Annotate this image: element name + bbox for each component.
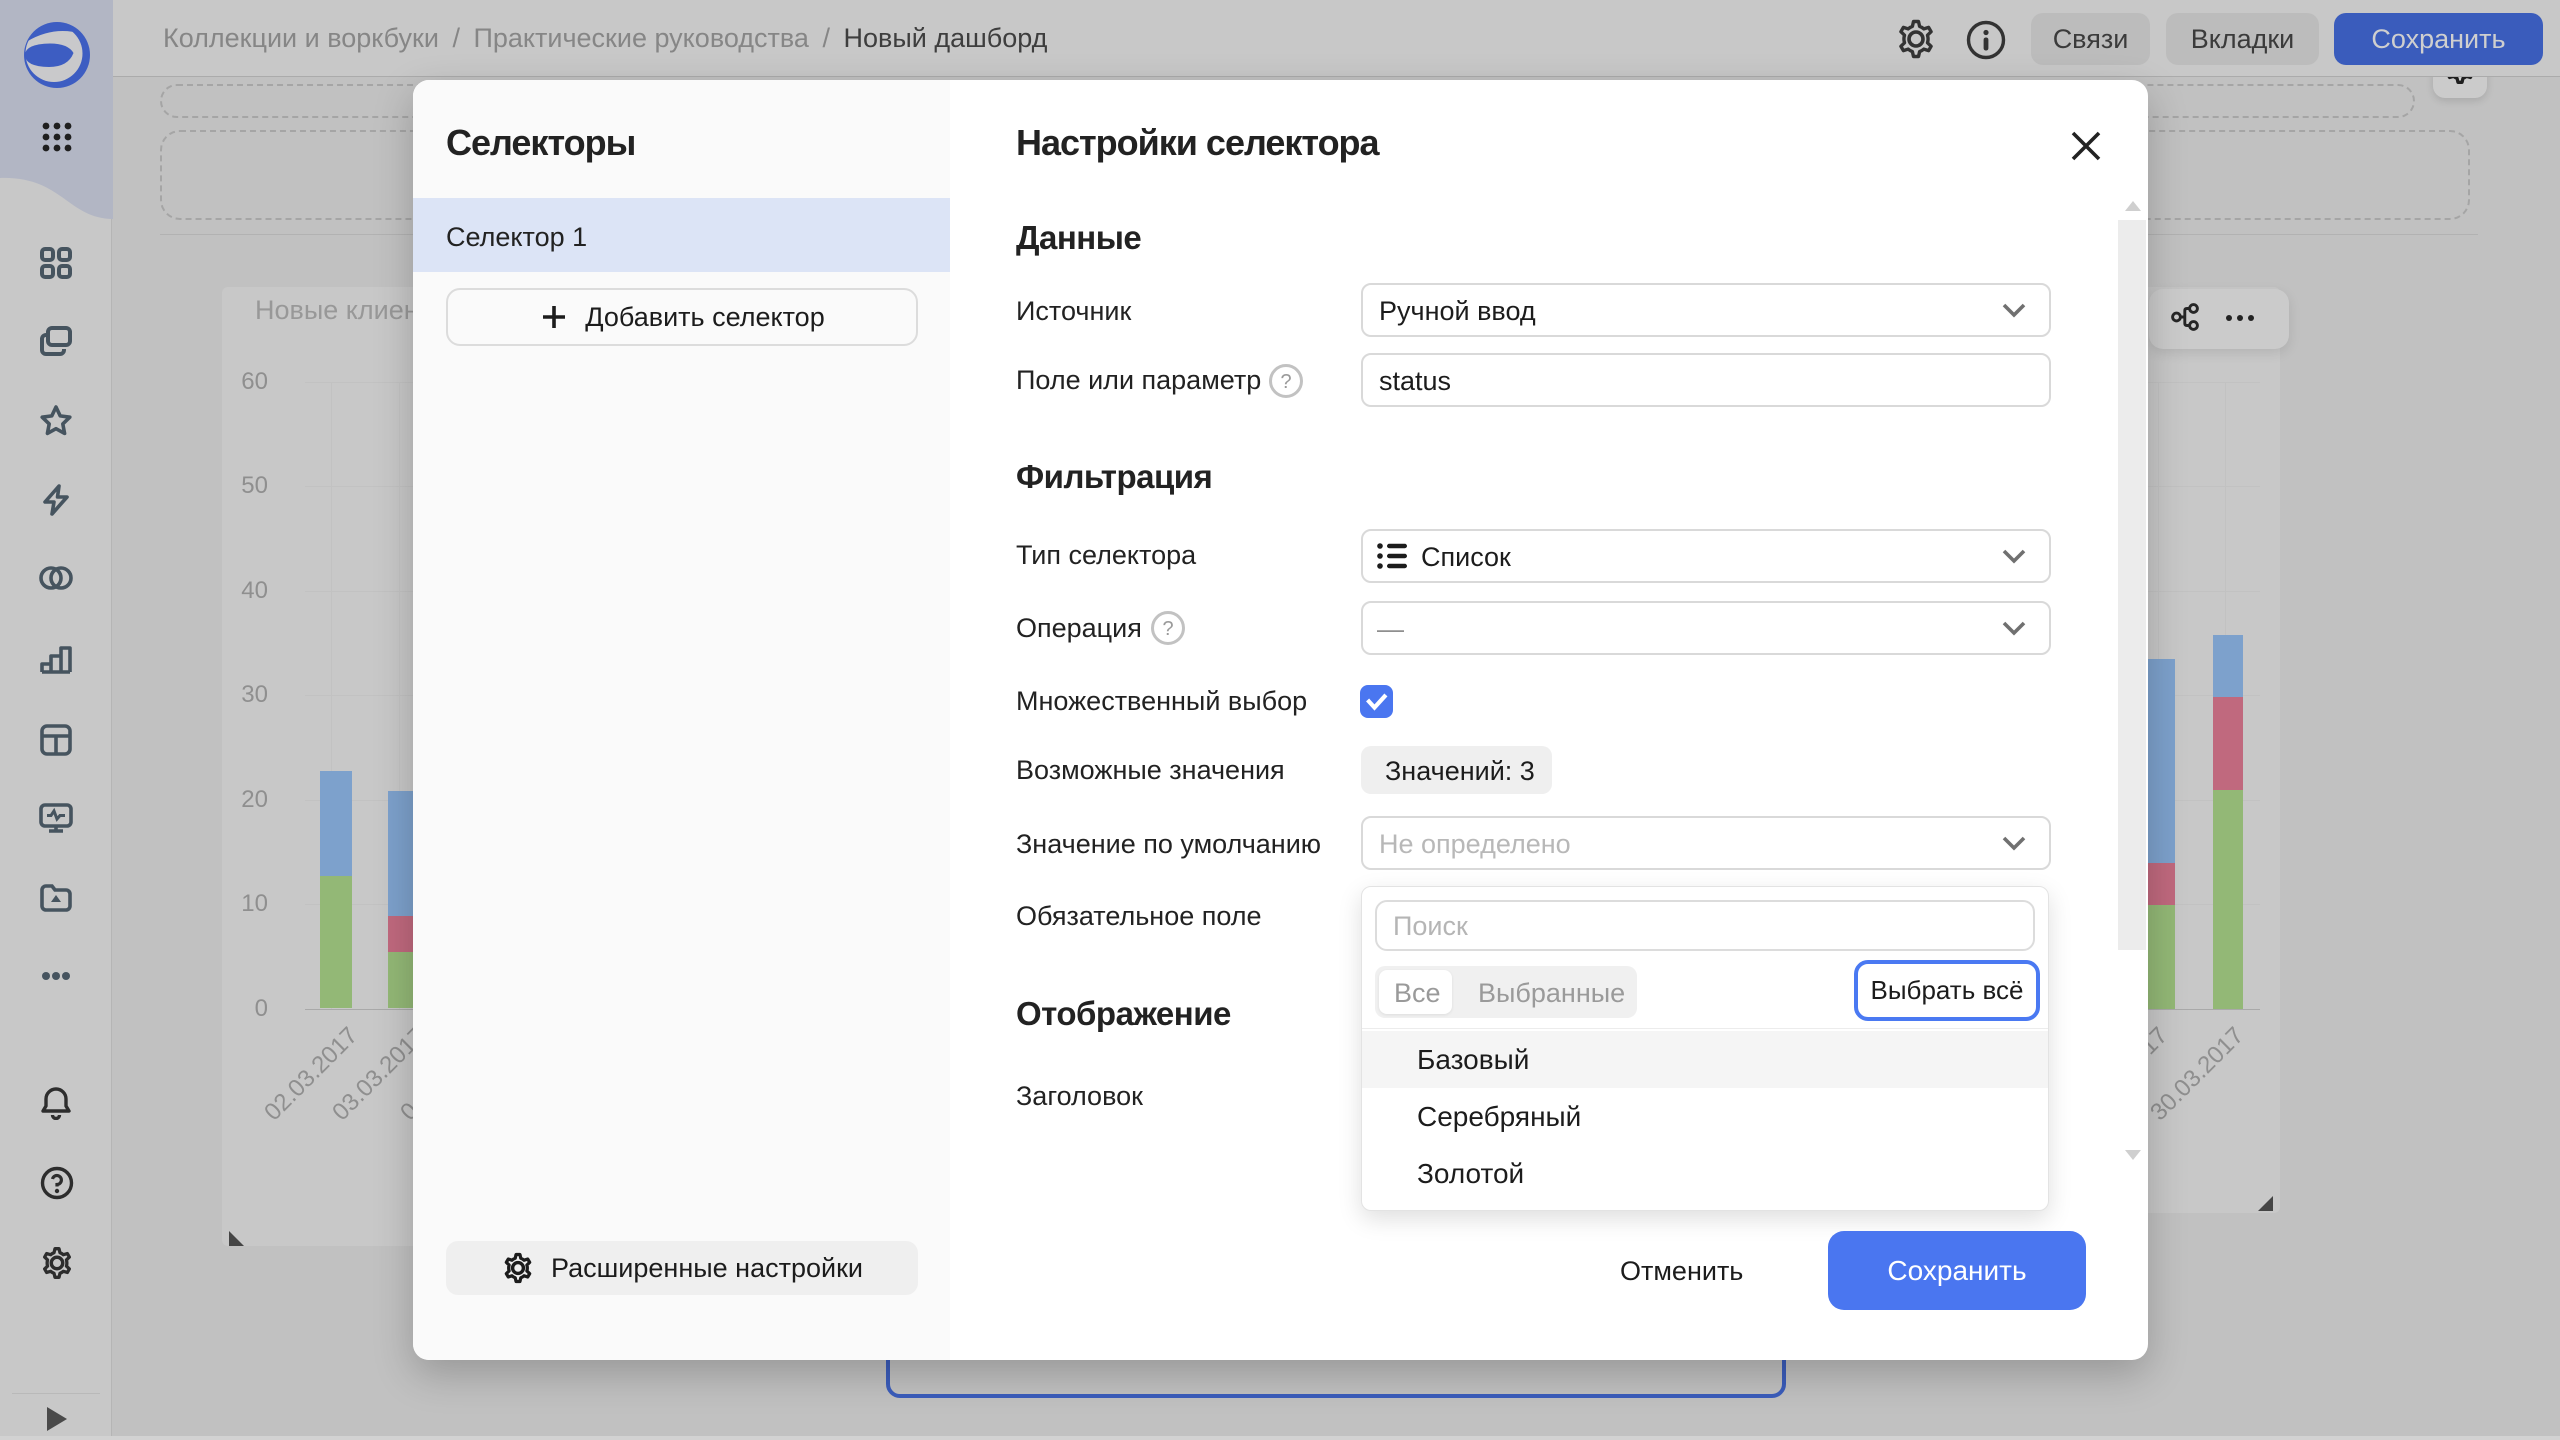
svg-text:?: ? (1280, 371, 1291, 393)
svg-text:?: ? (1162, 618, 1173, 640)
